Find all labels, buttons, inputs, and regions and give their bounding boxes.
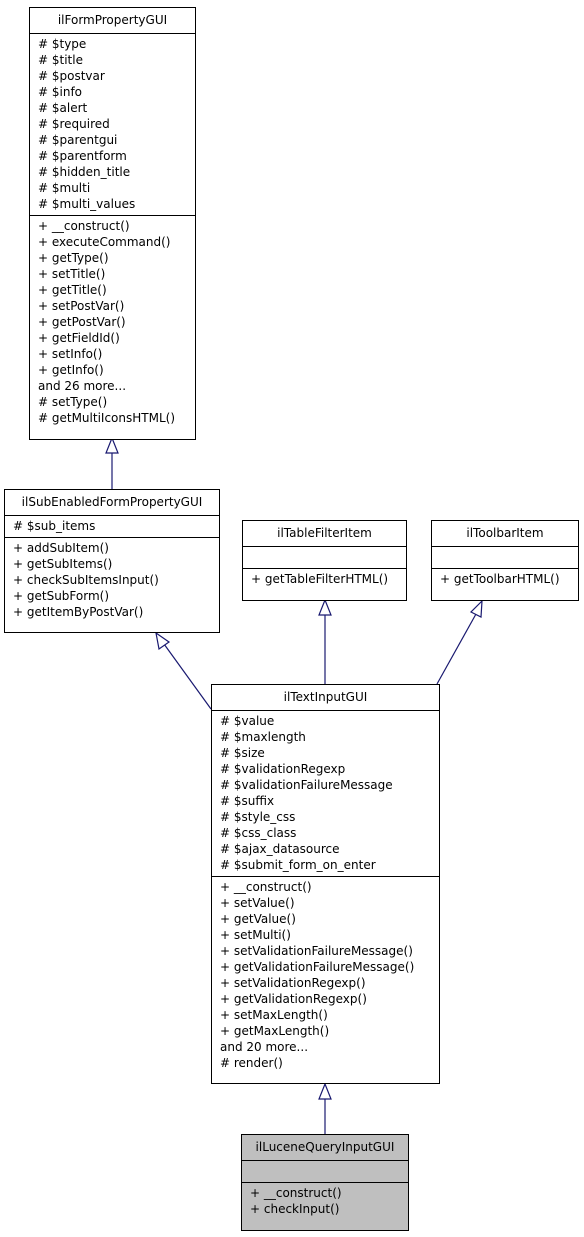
attribute-row: # $hidden_title [38,165,131,179]
class-name: ilFormPropertyGUI [30,8,195,34]
arrowhead-toolbar [469,599,483,618]
methods-section: + getTableFilterHTML() [243,569,406,590]
method-row: + setInfo() [38,347,103,361]
attributes-section: # $type # $title # $postvar # $info # $alert… [30,34,195,216]
method-row: + getPostVar() [38,315,126,329]
class-name: ilLuceneQueryInputGUI [242,1135,408,1161]
attributes-section [432,547,578,569]
method-row: + __construct() [38,219,130,233]
method-row: + setValidationRegexp() [220,976,366,990]
class-name: ilTextInputGUI [212,685,439,711]
method-row: + setMulti() [220,928,291,942]
class-ilSubEnabledFormPropertyGUI[interactable]: ilSubEnabledFormPropertyGUI # $sub_items… [4,489,220,633]
attribute-row: # $validationRegexp [220,762,346,776]
edge-textinput-to-subenabled [163,643,212,710]
attribute-row: # $value [220,714,275,728]
attribute-row: # $alert [38,101,88,115]
methods-section: + addSubItem() + getSubItems() + checkSubI… [5,538,219,623]
method-row: # setType() [38,395,108,409]
method-row: + addSubItem() [13,541,109,555]
class-ilToolbarItem[interactable]: ilToolbarItem + getToolbarHTML() [431,520,579,601]
attributes-section [243,547,406,569]
method-row: # getMultiIconsHTML() [38,411,175,425]
method-row: + __construct() [250,1186,342,1200]
attribute-row: # $title [38,53,83,67]
attribute-row: # $maxlength [220,730,306,744]
edge-textinput-to-toolbar [436,613,477,685]
attribute-row: # $size [220,746,265,760]
method-row: + getValue() [220,912,296,926]
methods-section: + __construct() + setValue() + getValue() +… [212,877,439,1074]
class-ilLuceneQueryInputGUI[interactable]: ilLuceneQueryInputGUI + __construct() + c… [241,1134,409,1231]
class-ilTableFilterItem[interactable]: ilTableFilterItem + getTableFilterHTML() [242,520,407,601]
class-name: ilToolbarItem [432,521,578,547]
method-row: + setMaxLength() [220,1008,328,1022]
attribute-row: # $parentform [38,149,127,163]
arrowhead-formproperty [105,436,119,454]
arrowhead-textinput [318,1082,332,1100]
method-row: + getFieldId() [38,331,120,345]
methods-section: + getToolbarHTML() [432,569,578,590]
method-row: + getTitle() [38,283,107,297]
method-row: + getSubItems() [13,557,113,571]
method-row: + setValue() [220,896,295,910]
attributes-section: # $value # $maxlength # $size # $validation… [212,711,439,877]
method-row: and 20 more... [220,1040,309,1054]
method-row: and 26 more... [38,379,127,393]
methods-section: + __construct() + executeCommand() + getTy… [30,216,195,429]
arrowhead-tablefilter [318,598,332,616]
attribute-row: # $sub_items [13,519,96,533]
method-row: + getToolbarHTML() [440,572,560,586]
attribute-row: # $required [38,117,110,131]
method-row: + setTitle() [38,267,106,281]
method-row: + getTableFilterHTML() [251,572,389,586]
method-row: + executeCommand() [38,235,171,249]
method-row: + getInfo() [38,363,104,377]
class-ilFormPropertyGUI[interactable]: ilFormPropertyGUI # $type # $title # $post… [29,7,196,440]
attributes-section [242,1161,408,1183]
attributes-section: # $sub_items [5,516,219,538]
class-name: ilSubEnabledFormPropertyGUI [5,490,219,516]
method-row: + getSubForm() [13,589,110,603]
attribute-row: # $parentgui [38,133,118,147]
method-row: + checkInput() [250,1202,340,1216]
method-row: + getItemByPostVar() [13,605,144,619]
method-row: + getValidationFailureMessage() [220,960,415,974]
method-row: + getValidationRegexp() [220,992,367,1006]
method-row: # render() [220,1056,283,1070]
arrowhead-subenabled [155,631,171,651]
attribute-row: # $submit_form_on_enter [220,858,376,872]
attribute-row: # $style_css [220,810,296,824]
methods-section: + __construct() + checkInput() [242,1183,408,1220]
attribute-row: # $type [38,37,87,51]
class-ilTextInputGUI[interactable]: ilTextInputGUI # $value # $maxlength # $si… [211,684,440,1084]
method-row: + setValidationFailureMessage() [220,944,413,958]
attribute-row: # $multi_values [38,197,136,211]
attribute-row: # $suffix [220,794,275,808]
method-row: + getType() [38,251,109,265]
attribute-row: # $postvar [38,69,105,83]
attribute-row: # $validationFailureMessage [220,778,393,792]
class-name: ilTableFilterItem [243,521,406,547]
attribute-row: # $css_class [220,826,297,840]
attribute-row: # $info [38,85,83,99]
method-row: + checkSubItemsInput() [13,573,159,587]
method-row: + __construct() [220,880,312,894]
method-row: + setPostVar() [38,299,125,313]
attribute-row: # $multi [38,181,91,195]
attribute-row: # $ajax_datasource [220,842,340,856]
method-row: + getMaxLength() [220,1024,330,1038]
